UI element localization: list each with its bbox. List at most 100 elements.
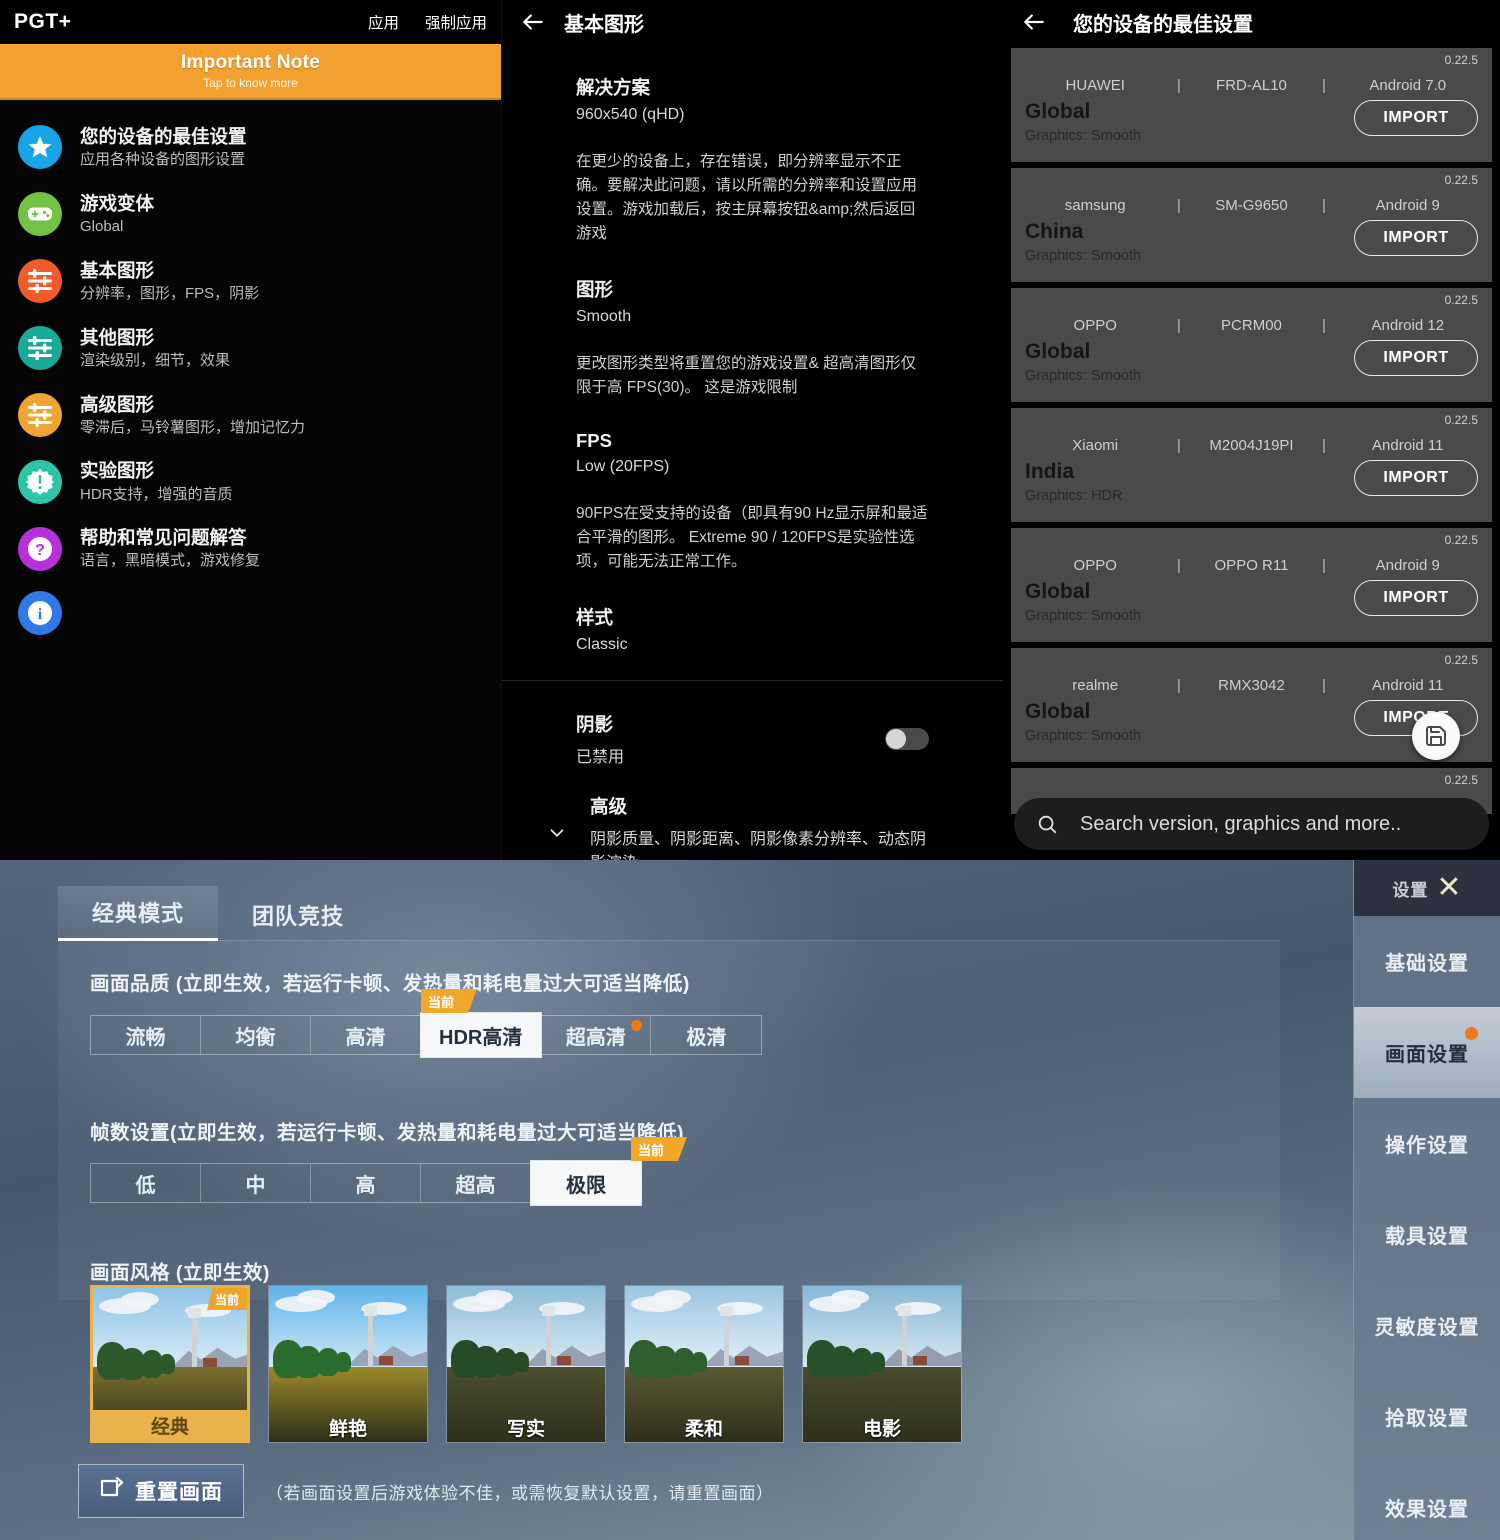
sidebar-item-6[interactable]: 效果设置 xyxy=(1354,1462,1500,1540)
force-apply-button[interactable]: 强制应用 xyxy=(425,11,487,33)
device-os: Android 12 xyxy=(1371,317,1445,334)
setting-graphics[interactable]: 图形 Smooth xyxy=(576,276,929,326)
search-placeholder: Search version, graphics and more.. xyxy=(1080,812,1402,835)
apply-button[interactable]: 应用 xyxy=(368,11,399,33)
menu-item-title: 您的设备的最佳设置 xyxy=(80,126,247,147)
game-tab-0[interactable]: 经典模式 xyxy=(58,886,219,941)
sidebar-item-label: 灵敏度设置 xyxy=(1374,1317,1480,1339)
detail-title: 基本图形 xyxy=(564,13,644,36)
menu-item-5[interactable]: 实验图形 HDR支持，增强的音质 xyxy=(0,448,501,515)
framerate-option-label: 极限 xyxy=(566,1174,606,1197)
close-x-icon[interactable]: ✕ xyxy=(1436,873,1461,903)
quality-option-5[interactable]: 极清 xyxy=(651,1016,761,1054)
device-card[interactable]: 0.22.5 HUAWEI | FRD-AL10 | Android 7.0 Global G… xyxy=(1011,48,1492,162)
device-card-list: 0.22.5 HUAWEI | FRD-AL10 | Android 7.0 Global G… xyxy=(1003,44,1500,814)
important-note-banner[interactable]: Important Note Tap to know more xyxy=(0,44,501,100)
menu-item-1[interactable]: 游戏变体 Global xyxy=(0,181,501,248)
style-tile-2[interactable]: 写实 xyxy=(446,1285,606,1443)
style-tile-3[interactable]: 柔和 xyxy=(624,1285,784,1443)
device-card[interactable]: 0.22.5 Xiaomi | M2004J19PI | Android 11 India G… xyxy=(1011,408,1492,522)
menu-item-3[interactable]: 其他图形渲染级别，细节，效果 xyxy=(0,315,501,382)
back-arrow-icon[interactable] xyxy=(1017,5,1051,39)
style-tile-0[interactable]: 当前 经典 xyxy=(90,1285,250,1443)
framerate-option-0[interactable]: 低 xyxy=(91,1164,201,1202)
sidebar-item-4[interactable]: 灵敏度设置 xyxy=(1354,1280,1500,1371)
fps-description: 90FPS在受支持的设备（即具有90 Hz显示屏和最适合平滑的图形。 Extre… xyxy=(576,505,928,571)
game-settings-overlay: 经典模式 团队竞技 画面品质 (立即生效，若运行卡顿、发热量和耗电量过大可适当降低… xyxy=(0,860,1500,1540)
quality-option-4[interactable]: 超高清 xyxy=(541,1016,652,1054)
save-floppy-icon[interactable] xyxy=(1412,712,1460,760)
menu-item-title: 高级图形 xyxy=(80,393,155,415)
setting-resolution[interactable]: 解决方案 960x540 (qHD) xyxy=(576,74,929,124)
import-button[interactable]: IMPORT xyxy=(1354,580,1478,616)
quality-option-2[interactable]: 高清 xyxy=(311,1016,421,1054)
back-arrow-icon[interactable] xyxy=(516,5,550,39)
game-tab-1[interactable]: 团队竞技 xyxy=(218,889,378,941)
sidebar-item-0[interactable]: 基础设置 xyxy=(1354,916,1500,1007)
note-subtitle: Tap to know more xyxy=(203,76,298,90)
menu-item-subtitle: 渲染级别，细节，效果 xyxy=(80,351,231,369)
device-model: FRD-AL10 xyxy=(1216,77,1287,94)
quality-option-label: 超高清 xyxy=(565,1026,626,1049)
resolution-description: 在更少的设备上，存在错误，即分辨率显示不正确。要解决此问题，请以所需的分辨率和设… xyxy=(576,153,918,243)
separator: | xyxy=(1177,317,1181,334)
info-icon: i xyxy=(18,591,62,636)
device-card[interactable]: 0.22.5 samsung | SM-G9650 | Android 9 China Gra… xyxy=(1011,168,1492,282)
menu-item-title: 其他图形 xyxy=(80,326,155,348)
sidebar-item-2[interactable]: 操作设置 xyxy=(1354,1098,1500,1189)
shadow-toggle[interactable] xyxy=(885,728,929,751)
sidebar-item-label: 载具设置 xyxy=(1385,1226,1469,1248)
search-input[interactable]: Search version, graphics and more.. xyxy=(1014,798,1489,850)
menu-item-subtitle: 零滞后，马铃薯图形，增加记忆力 xyxy=(80,418,306,436)
sidebar-item-3[interactable]: 载具设置 xyxy=(1354,1189,1500,1280)
quality-option-label: 高清 xyxy=(345,1026,386,1049)
menu-item-2[interactable]: 基本图形 分辨率，图形，FPS，阴影 xyxy=(0,248,501,315)
menu-item-6[interactable]: ? 帮助和常见问题解答 语言，黑暗模式，游戏修复 xyxy=(0,515,501,582)
sidebar-item-list: 基础设置画面设置操作设置载具设置灵敏度设置拾取设置 效果设置 xyxy=(1354,916,1500,1540)
framerate-option-3[interactable]: 超高 xyxy=(421,1164,531,1202)
device-model: PCRM00 xyxy=(1221,317,1282,334)
separator: | xyxy=(1321,557,1326,574)
setting-fps[interactable]: FPS Low (20FPS) xyxy=(576,430,929,476)
setting-label: 样式 xyxy=(576,607,614,629)
advanced-label: 高级 xyxy=(590,796,628,818)
menu-item-subtitle: HDR支持，增强的音质 xyxy=(80,485,233,503)
framerate-option-2[interactable]: 高 xyxy=(311,1164,421,1202)
setting-shadow[interactable]: 阴影 已禁用 xyxy=(502,711,1003,767)
import-button[interactable]: IMPORT xyxy=(1354,340,1478,376)
device-brand: HUAWEI xyxy=(1065,77,1125,94)
device-brand: OPPO xyxy=(1073,317,1117,334)
quality-option-3[interactable]: HDR高清 当前 xyxy=(421,989,542,1057)
chevron-down-icon[interactable] xyxy=(542,822,572,844)
separator: | xyxy=(1177,677,1181,694)
device-brand: OPPO xyxy=(1073,557,1117,574)
style-tile-label: 电影 xyxy=(862,1418,901,1440)
menu-item-7[interactable]: i xyxy=(0,582,501,644)
reset-button[interactable]: 重置画面 xyxy=(78,1464,244,1518)
device-card[interactable]: 0.22.5 OPPO | OPPO R11 | Android 9 Global Graph… xyxy=(1011,528,1492,642)
sidebar-item-label: 画面设置 xyxy=(1385,1044,1469,1066)
style-tile-label: 写实 xyxy=(506,1418,545,1440)
question-icon: ? xyxy=(18,526,62,571)
menu-item-subtitle: 应用各种设备的图形设置 xyxy=(80,151,246,169)
menu-item-4[interactable]: 高级图形零滞后，马铃薯图形，增加记忆力 xyxy=(0,382,501,449)
quality-option-1[interactable]: 均衡 xyxy=(201,1016,311,1054)
framerate-option-1[interactable]: 中 xyxy=(201,1164,311,1202)
style-tile-4[interactable]: 电影 xyxy=(802,1285,962,1443)
sidebar-item-label: 基础设置 xyxy=(1385,953,1469,975)
menu-item-0[interactable]: 您的设备的最佳设置 应用各种设备的图形设置 xyxy=(0,114,501,181)
import-button[interactable]: IMPORT xyxy=(1354,100,1478,136)
appbar-main: PGT+ 应用 强制应用 xyxy=(0,0,501,44)
sidebar-item-5[interactable]: 拾取设置 xyxy=(1354,1371,1500,1462)
import-button[interactable]: IMPORT xyxy=(1354,220,1478,256)
sidebar-item-1[interactable]: 画面设置 xyxy=(1354,1007,1500,1098)
framerate-option-label: 低 xyxy=(135,1174,156,1197)
framerate-option-4[interactable]: 极限 当前 xyxy=(531,1137,687,1205)
import-button[interactable]: IMPORT xyxy=(1354,460,1478,496)
quality-option-0[interactable]: 流畅 xyxy=(91,1016,201,1054)
current-tag: 当前 xyxy=(206,1288,247,1310)
style-tile-1[interactable]: 鲜艳 xyxy=(268,1285,428,1443)
sidebar-item-label: 操作设置 xyxy=(1385,1135,1469,1157)
device-card[interactable]: 0.22.5 OPPO | PCRM00 | Android 12 Global Graphi… xyxy=(1011,288,1492,402)
setting-style[interactable]: 样式 Classic xyxy=(576,604,929,654)
